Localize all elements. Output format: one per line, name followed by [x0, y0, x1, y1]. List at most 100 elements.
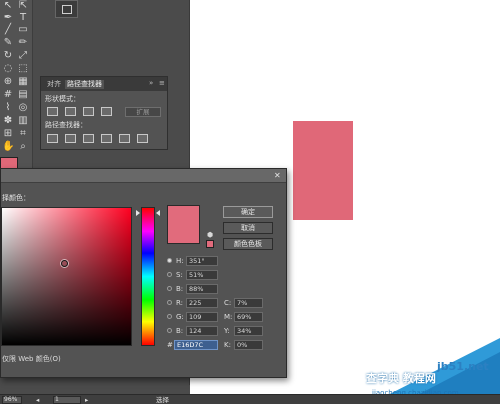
- saturation-brightness-field[interactable]: [1, 207, 132, 346]
- green-label: G:: [176, 313, 184, 321]
- minus-front-icon[interactable]: [65, 107, 76, 116]
- status-bar: 96% ◂ 1 ▸ 选择: [0, 394, 500, 404]
- brightness-label: B:: [176, 285, 184, 293]
- hue-label: H:: [176, 257, 184, 265]
- red-field-row: R: 225: [167, 298, 221, 308]
- saturation-field-row: S: 51%: [167, 270, 221, 280]
- divide-icon[interactable]: [47, 134, 58, 143]
- free-transform-tool-icon[interactable]: ⬚: [17, 63, 29, 75]
- pathfinders-label: 路径查找器：: [45, 121, 87, 129]
- black-input[interactable]: 0%: [234, 340, 263, 350]
- cancel-button[interactable]: 取消: [223, 222, 273, 234]
- magenta-label: M:: [224, 313, 233, 321]
- zoom-tool-icon[interactable]: ⌕: [17, 141, 29, 153]
- crop-icon[interactable]: [101, 134, 112, 143]
- outline-icon[interactable]: [119, 134, 130, 143]
- blue-field-row: B: 124: [167, 326, 221, 336]
- cyan-input[interactable]: 7%: [234, 298, 263, 308]
- paintbrush-tool-icon[interactable]: ✎: [2, 37, 14, 49]
- hue-input[interactable]: 351°: [186, 256, 218, 266]
- selection-tool-icon[interactable]: ↖: [2, 0, 14, 12]
- collapsed-panel-thumbnail[interactable]: [55, 0, 78, 18]
- ok-button[interactable]: 确定: [223, 206, 273, 218]
- green-radio[interactable]: [167, 314, 172, 319]
- green-input[interactable]: 109: [186, 312, 218, 322]
- rotate-tool-icon[interactable]: ↻: [2, 50, 14, 62]
- hue-slider-right-arrow[interactable]: [156, 210, 160, 216]
- pencil-tool-icon[interactable]: ✏: [17, 37, 29, 49]
- artboard-tool-icon[interactable]: ⊞: [2, 128, 14, 140]
- direct-selection-tool-icon[interactable]: ⇱: [17, 0, 29, 12]
- blue-radio[interactable]: [167, 328, 172, 333]
- panel-menu-icon[interactable]: ≡: [159, 79, 165, 87]
- line-tool-icon[interactable]: ╱: [2, 24, 14, 36]
- hex-input[interactable]: E16D7C: [174, 340, 218, 350]
- artboard-number-field[interactable]: 1: [53, 396, 81, 404]
- pathfinder-panel-header: 对齐 路径查找器 » ≡: [41, 77, 167, 91]
- pathfinder-panel: 对齐 路径查找器 » ≡ 形状模式： 扩展 路径查找器：: [40, 76, 168, 150]
- cyan-label: C:: [224, 299, 232, 307]
- unite-icon[interactable]: [47, 107, 58, 116]
- blend-tool-icon[interactable]: ◎: [17, 102, 29, 114]
- watermark-site: jb51.net: [437, 360, 489, 373]
- watermark-title: 查字典 教程网: [366, 372, 436, 385]
- saturation-label: S:: [176, 271, 183, 279]
- select-color-prompt: 择颜色：: [2, 194, 30, 202]
- tab-align[interactable]: 对齐: [45, 80, 63, 89]
- hand-tool-icon[interactable]: ✋: [2, 141, 14, 153]
- blue-input[interactable]: 124: [186, 326, 218, 336]
- pen-tool-icon[interactable]: ✒: [2, 12, 14, 24]
- graph-tool-icon[interactable]: ▥: [17, 115, 29, 127]
- intersect-icon[interactable]: [83, 107, 94, 116]
- hue-slider-left-arrow[interactable]: [136, 210, 140, 216]
- red-input[interactable]: 225: [186, 298, 218, 308]
- tab-pathfinder[interactable]: 路径查找器: [65, 80, 104, 89]
- hue-slider[interactable]: [141, 207, 155, 346]
- perspective-tool-icon[interactable]: ▦: [17, 76, 29, 88]
- minus-back-icon[interactable]: [137, 134, 148, 143]
- warp-tool-icon[interactable]: ◌: [2, 63, 14, 75]
- collapse-icon[interactable]: »: [149, 79, 153, 87]
- color-swatches-button[interactable]: 颜色色板: [223, 238, 273, 250]
- mesh-tool-icon[interactable]: #: [2, 89, 14, 101]
- gamut-warning-icon[interactable]: ⬢: [207, 231, 213, 239]
- only-web-colors-checkbox[interactable]: 仅限 Web 颜色(O): [2, 355, 61, 364]
- saturation-radio[interactable]: [167, 272, 172, 277]
- gamut-swatch[interactable]: [206, 240, 214, 248]
- rectangle-tool-icon[interactable]: ▭: [17, 24, 29, 36]
- hue-radio[interactable]: [167, 258, 172, 263]
- green-field-row: G: 109: [167, 312, 221, 322]
- gradient-tool-icon[interactable]: ▤: [17, 89, 29, 101]
- brightness-radio[interactable]: [167, 286, 172, 291]
- close-icon[interactable]: ✕: [274, 172, 281, 180]
- expand-button[interactable]: 扩展: [125, 107, 161, 117]
- type-tool-icon[interactable]: T: [17, 12, 29, 24]
- saturation-input[interactable]: 51%: [186, 270, 218, 280]
- yellow-label: Y:: [224, 327, 230, 335]
- color-picker-dialog: ✕ 择颜色： ⬢ 确定 取消 颜色色板 H: 351° S: 51% B: 88…: [0, 168, 287, 378]
- blue-label: B:: [176, 327, 184, 335]
- color-picker-ring[interactable]: [61, 260, 68, 267]
- trim-icon[interactable]: [65, 134, 76, 143]
- shape-modes-label: 形状模式：: [45, 95, 80, 103]
- shape-builder-tool-icon[interactable]: ⊕: [2, 76, 14, 88]
- red-label: R:: [176, 299, 184, 307]
- symbol-sprayer-tool-icon[interactable]: ✽: [2, 115, 14, 127]
- yellow-input[interactable]: 34%: [234, 326, 263, 336]
- hex-label: #: [167, 341, 173, 349]
- dialog-titlebar[interactable]: ✕: [1, 169, 286, 183]
- pink-rectangle[interactable]: [293, 121, 353, 220]
- next-artboard-icon[interactable]: ▸: [85, 396, 88, 404]
- merge-icon[interactable]: [83, 134, 94, 143]
- magenta-input[interactable]: 69%: [234, 312, 263, 322]
- zoom-level-field[interactable]: 96%: [2, 396, 22, 404]
- scale-tool-icon[interactable]: ⤢: [17, 50, 29, 62]
- red-radio[interactable]: [167, 300, 172, 305]
- slice-tool-icon[interactable]: ⌗: [17, 128, 29, 140]
- eyedropper-tool-icon[interactable]: ⌇: [2, 102, 14, 114]
- exclude-icon[interactable]: [101, 107, 112, 116]
- illustrator-window: ↖ ⇱ ✒ T ╱ ▭ ✎ ✏ ↻ ⤢ ◌ ⬚ ⊕ ▦ # ▤ ⌇ ◎ ✽ ▥ …: [0, 0, 500, 404]
- hex-field-row: # E16D7C: [167, 340, 221, 350]
- first-artboard-icon[interactable]: ◂: [36, 396, 39, 404]
- brightness-input[interactable]: 88%: [186, 284, 218, 294]
